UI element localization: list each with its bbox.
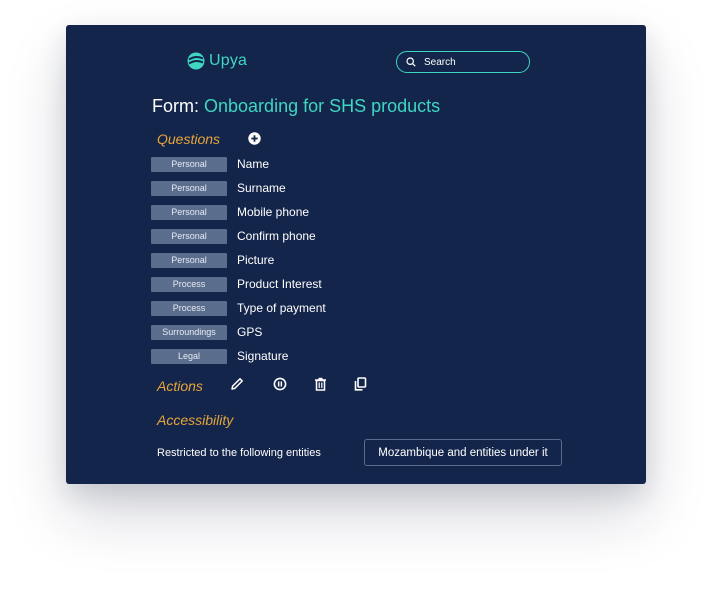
app-name: Upya (209, 52, 248, 69)
list-item[interactable]: Personal Confirm phone (151, 228, 451, 244)
category-tag: Personal (151, 228, 227, 244)
category-tag: Process (151, 300, 227, 316)
category-tag: Legal (151, 348, 227, 364)
page-title: Form: Onboarding for SHS products (152, 96, 440, 117)
list-item[interactable]: Personal Mobile phone (151, 204, 451, 220)
trash-icon[interactable] (314, 377, 327, 391)
list-item[interactable]: Legal Signature (151, 348, 451, 364)
category-tag: Process (151, 276, 227, 292)
question-name: Mobile phone (237, 205, 310, 219)
accessibility-heading: Accessibility (157, 412, 234, 428)
category-tag: Personal (151, 156, 227, 172)
pause-icon[interactable] (273, 377, 287, 391)
category-tag: Surroundings (151, 324, 227, 340)
category-tag: Personal (151, 252, 227, 268)
category-tag: Personal (151, 180, 227, 196)
copy-icon[interactable] (354, 377, 367, 391)
question-name: Type of payment (237, 301, 326, 315)
list-item[interactable]: Process Type of payment (151, 300, 451, 316)
category-tag: Personal (151, 204, 227, 220)
question-name: Confirm phone (237, 229, 316, 243)
entity-selector[interactable]: Mozambique and entities under it (364, 439, 562, 466)
search-input[interactable]: Search (396, 51, 530, 73)
question-name: Name (237, 157, 270, 171)
pencil-icon[interactable] (230, 377, 244, 391)
list-item[interactable]: Personal Surname (151, 180, 451, 196)
list-item[interactable]: Personal Name (151, 156, 451, 172)
question-name: GPS (237, 325, 263, 339)
list-item[interactable]: Surroundings GPS (151, 324, 451, 340)
list-item[interactable]: Personal Picture (151, 252, 451, 268)
restriction-label: Restricted to the following entities (157, 447, 321, 459)
app-logo[interactable]: Upya (187, 52, 247, 70)
actions-heading: Actions (157, 378, 203, 394)
search-placeholder: Search (424, 56, 456, 68)
questions-heading: Questions (157, 131, 221, 147)
question-name: Picture (237, 253, 275, 267)
form-name: Onboarding for SHS products (204, 96, 441, 116)
form-card: Upya Search Form: Onboarding for SHS pro… (66, 25, 646, 484)
form-prefix: Form: (152, 96, 199, 116)
add-question-icon[interactable] (248, 132, 261, 145)
question-name: Signature (237, 349, 289, 363)
question-name: Surname (237, 181, 286, 195)
list-item[interactable]: Process Product Interest (151, 276, 451, 292)
search-icon (406, 57, 416, 67)
question-name: Product Interest (237, 277, 322, 291)
upya-logo-icon (187, 52, 205, 70)
